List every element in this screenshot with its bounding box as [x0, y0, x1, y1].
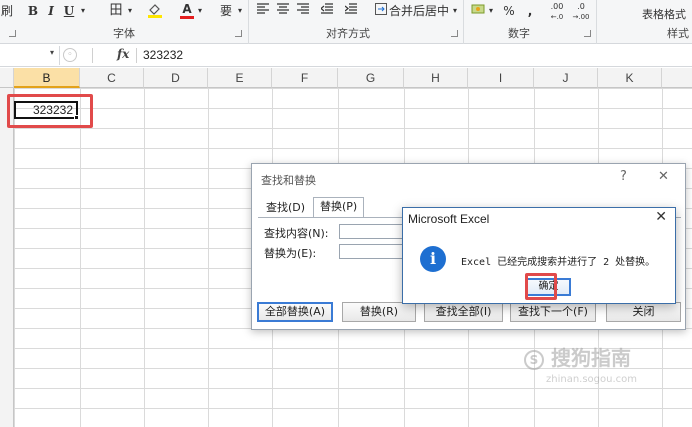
- close-icon[interactable]: ✕: [655, 209, 667, 225]
- tab-replace[interactable]: 替换(P): [313, 197, 365, 218]
- font-color-dropdown-icon[interactable]: ▾: [195, 2, 205, 20]
- bold-button[interactable]: B: [26, 2, 40, 20]
- replace-all-button[interactable]: 全部替换(A): [257, 302, 333, 322]
- merge-dropdown-icon[interactable]: ▾: [450, 2, 460, 20]
- group-label-alignment: 对齐方式: [326, 27, 370, 40]
- merge-icon[interactable]: [374, 2, 388, 20]
- column-header-e[interactable]: E: [208, 68, 272, 88]
- alignment-dialog-launcher-icon[interactable]: [451, 30, 458, 37]
- underline-dropdown-icon[interactable]: ▾: [78, 2, 88, 20]
- watermark-url: zhinan.sogou.com: [546, 374, 638, 385]
- ribbon-separator: [463, 0, 464, 44]
- increase-decimal-label: .00: [550, 2, 564, 11]
- name-box-dropdown-icon[interactable]: ▾: [50, 48, 54, 57]
- column-header-h[interactable]: H: [404, 68, 468, 88]
- select-all-corner[interactable]: [0, 68, 14, 88]
- replace-with-label: 替换为(E):: [264, 247, 317, 260]
- ribbon-separator: [248, 0, 249, 44]
- column-header-i[interactable]: I: [468, 68, 534, 88]
- font-dialog-launcher-icon[interactable]: [235, 30, 242, 37]
- column-header-j[interactable]: J: [534, 68, 598, 88]
- find-what-input[interactable]: [339, 224, 409, 239]
- find-replace-title: 查找和替换: [261, 174, 316, 187]
- highlight-box-ok: [525, 273, 557, 300]
- align-left-icon[interactable]: [256, 2, 270, 20]
- formula-input[interactable]: 323232: [143, 48, 183, 62]
- info-icon: i: [420, 246, 446, 272]
- highlight-box-cell: [7, 94, 93, 128]
- border-dropdown-icon[interactable]: ▾: [125, 2, 135, 20]
- number-dialog-launcher-icon[interactable]: [584, 30, 591, 37]
- column-header-f[interactable]: F: [272, 68, 338, 88]
- close-icon[interactable]: ✕: [658, 169, 669, 184]
- align-center-icon[interactable]: [276, 2, 290, 20]
- ribbon-separator: [596, 0, 597, 44]
- align-right-icon[interactable]: [296, 2, 310, 20]
- watermark-logo-icon: S: [524, 349, 544, 370]
- tab-find[interactable]: 查找(D): [260, 199, 311, 218]
- accounting-format-icon[interactable]: [470, 2, 486, 20]
- message-box-title: Microsoft Excel: [408, 212, 490, 226]
- table-format-button[interactable]: 表格格式: [642, 6, 686, 22]
- increase-decimal-button[interactable]: .00 ←.0: [547, 2, 567, 21]
- replace-button[interactable]: 替换(R): [342, 302, 416, 322]
- name-box[interactable]: ▾: [0, 46, 60, 65]
- grid-line: [208, 88, 209, 427]
- watermark-text: 搜狗指南: [550, 346, 631, 370]
- font-color-button[interactable]: A: [180, 2, 194, 19]
- wen-dropdown-icon[interactable]: ▾: [235, 2, 245, 20]
- underline-button[interactable]: U: [62, 2, 76, 20]
- message-text: Excel 已经完成搜索并进行了 2 处替换。: [461, 257, 656, 268]
- arrow-right-icon: →.00: [572, 13, 590, 21]
- decrease-decimal-button[interactable]: .0 →.00: [571, 2, 591, 21]
- formula-separator: [92, 48, 93, 63]
- find-next-button[interactable]: 查找下一个(F): [510, 302, 596, 322]
- grid-line: [14, 88, 15, 427]
- accounting-dropdown-icon[interactable]: ▾: [486, 2, 496, 20]
- border-icon[interactable]: 田: [108, 2, 124, 20]
- decrease-decimal-label: .0: [577, 2, 585, 11]
- replace-with-input[interactable]: [339, 244, 409, 259]
- row-header-column[interactable]: [0, 88, 14, 427]
- fill-color-icon[interactable]: [147, 2, 163, 20]
- group-label-style: 样式: [667, 27, 689, 40]
- find-all-button[interactable]: 查找全部(I): [424, 302, 503, 322]
- find-what-label: 查找内容(N):: [264, 227, 329, 240]
- close-button[interactable]: 关闭: [606, 302, 681, 322]
- column-header-c[interactable]: C: [80, 68, 144, 88]
- column-header-b[interactable]: B: [14, 68, 80, 88]
- expand-handle-icon[interactable]: ◦: [63, 48, 77, 62]
- ribbon-partial-label: 刷: [0, 4, 13, 18]
- group-label-font: 字体: [113, 27, 135, 40]
- fx-icon[interactable]: fx: [117, 47, 129, 61]
- grid-line: [80, 88, 81, 427]
- column-header-k[interactable]: K: [598, 68, 662, 88]
- percent-button[interactable]: %: [502, 2, 516, 20]
- column-header-g[interactable]: G: [338, 68, 404, 88]
- group-label-number: 数字: [508, 27, 530, 40]
- ribbon: 刷 B I U ▾ 田 ▾ A ▾ 要 ▾ 合并后居中 ▾ ▾ % , .00 …: [0, 0, 692, 44]
- clipboard-dialog-launcher-icon[interactable]: [9, 30, 16, 37]
- comma-button[interactable]: ,: [524, 2, 536, 20]
- formula-bar: ▾ ◦ fx 323232: [0, 45, 692, 67]
- watermark: S 搜狗指南: [524, 342, 631, 371]
- increase-indent-icon[interactable]: [344, 2, 358, 20]
- wen-button[interactable]: 要: [218, 2, 234, 20]
- merge-center-button[interactable]: 合并后居中: [389, 2, 449, 20]
- formula-separator: [136, 48, 137, 63]
- decrease-indent-icon[interactable]: [320, 2, 334, 20]
- column-header-d[interactable]: D: [144, 68, 208, 88]
- italic-button[interactable]: I: [44, 2, 58, 20]
- help-button[interactable]: ?: [620, 169, 627, 184]
- column-header-partial[interactable]: [662, 68, 692, 88]
- arrow-left-icon: ←.0: [550, 13, 564, 21]
- grid-line: [144, 88, 145, 427]
